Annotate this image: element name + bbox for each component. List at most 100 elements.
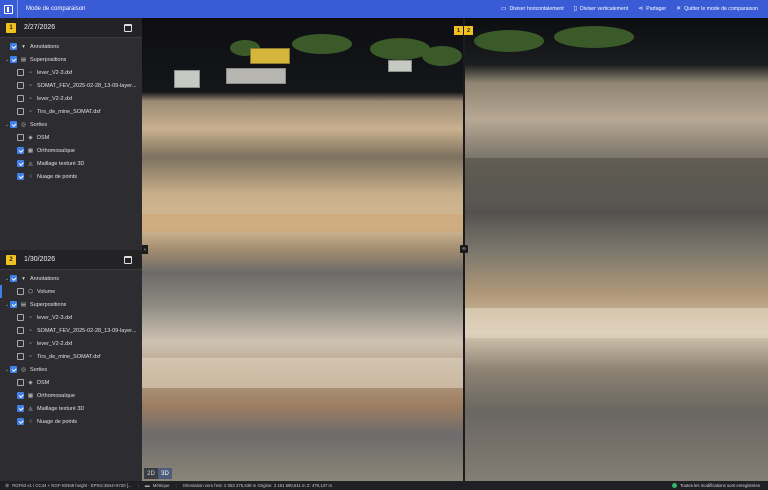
vegetation — [370, 38, 430, 60]
checkbox-output[interactable] — [17, 147, 24, 154]
dataset-panel-1: 1 2/27/2026 ▾ Annotations ⌄ ▤ Superposition… — [0, 18, 142, 250]
layer-outputs[interactable]: ⌄ ◎ Sorties — [0, 118, 142, 131]
overlay-item[interactable]: ▫ lever_V2-3.dxf — [0, 311, 142, 324]
ortho-icon: ▦ — [27, 147, 34, 154]
layers-icon: ▤ — [20, 301, 27, 308]
checkbox-superpositions[interactable] — [10, 56, 17, 63]
output-item[interactable]: ◬ Maillage texturé 3D — [0, 157, 142, 170]
output-item[interactable]: ◈ DSM — [0, 131, 142, 144]
overlay-item[interactable]: ▫ lever_V2-3.dxf — [0, 66, 142, 79]
file-icon: ▫ — [29, 353, 32, 360]
checkbox-overlay[interactable] — [17, 108, 24, 115]
point-cloud-icon: ⁘ — [28, 418, 33, 425]
bench — [464, 308, 768, 338]
dataset-badge-1: 1 — [6, 22, 16, 33]
calendar-icon[interactable] — [124, 23, 132, 32]
overlay-label: SOMAT_FEV_2025-02-28_13-09-layer... — [37, 327, 137, 334]
overlay-item[interactable]: ▫ Tirs_de_mine_SOMAT.dxf — [0, 350, 142, 363]
overlay-label: Tirs_de_mine_SOMAT.dxf — [37, 353, 101, 360]
overlay-label: lever_V2-2.dxf — [37, 340, 73, 347]
units-select[interactable]: Métrique — [153, 483, 170, 488]
view-left-3d-scene[interactable] — [142, 18, 464, 481]
output-label: Maillage texturé 3D — [37, 405, 85, 412]
dataset-date-1[interactable]: 2/27/2026 — [24, 24, 55, 31]
split-handle-icon[interactable]: ‹› — [460, 245, 468, 253]
layer-superpositions[interactable]: ⌄ ▤ Superpositions — [0, 298, 142, 311]
layer-superpositions[interactable]: ⌄ ▤ Superpositions — [0, 53, 142, 66]
layer-outputs[interactable]: ⌄ ◎ Sorties — [0, 363, 142, 376]
split-vertical-button[interactable]: ▯ Diviser verticalement — [574, 6, 628, 12]
layer-label: Superpositions — [30, 301, 67, 308]
checkbox-overlay[interactable] — [17, 314, 24, 321]
collapse-sidebar-icon[interactable]: ‹ — [142, 245, 148, 254]
checkbox-overlay[interactable] — [17, 69, 24, 76]
checkbox-overlay[interactable] — [17, 95, 24, 102]
output-item[interactable]: ▦ Orthomosaïque — [0, 144, 142, 157]
calendar-icon[interactable] — [124, 255, 132, 264]
status-bar: ⊕ RGF93 v1 / CC44 + NGF-IGN69 height - E… — [0, 481, 768, 490]
building — [226, 68, 286, 84]
checkbox-overlay[interactable] — [17, 353, 24, 360]
view-right-3d-scene[interactable] — [464, 18, 768, 481]
overlay-item[interactable]: ▫ SOMAT_FEV_2025-02-28_13-09-layer... — [0, 79, 142, 92]
dataset-date-2[interactable]: 1/30/2026 — [24, 256, 55, 263]
overlay-item[interactable]: ▫ lever_V2-2.dxf — [0, 92, 142, 105]
checkbox-overlay[interactable] — [17, 340, 24, 347]
mode-2d-button[interactable]: 2D — [144, 468, 158, 479]
annotation-item-volume[interactable]: ⬡ Volume — [0, 285, 142, 298]
dataset-header-2: 2 1/30/2026 — [0, 250, 142, 270]
layer-annotations[interactable]: ⌄ ▾ Annotations — [0, 272, 142, 285]
checkbox-overlay[interactable] — [17, 82, 24, 89]
output-item[interactable]: ▦ Orthomosaïque — [0, 389, 142, 402]
comparison-viewport[interactable]: ‹› ‹ 1 2 2D 3D — [142, 18, 768, 481]
comment-icon: ▾ — [22, 43, 25, 50]
layer-label: Superpositions — [30, 56, 67, 63]
output-item[interactable]: ◈ DSM — [0, 376, 142, 389]
output-label: DSM — [37, 379, 50, 386]
layer-label: Annotations — [30, 275, 60, 282]
overlay-item[interactable]: ▫ SOMAT_FEV_2025-02-28_13-09-layer... — [0, 324, 142, 337]
overlay-label: SOMAT_FEV_2025-02-28_13-09-layer... — [37, 82, 137, 89]
share-icon: ⋖ — [638, 6, 644, 12]
overlay-label: lever_V2-2.dxf — [37, 95, 73, 102]
checkbox-output[interactable] — [17, 160, 24, 167]
checkbox-outputs[interactable] — [10, 121, 17, 128]
overlay-item[interactable]: ▫ lever_V2-2.dxf — [0, 337, 142, 350]
checkbox-volume[interactable] — [17, 288, 24, 295]
checkbox-output[interactable] — [17, 392, 24, 399]
app-logo[interactable] — [0, 0, 18, 18]
output-item[interactable]: ⁘ Nuage de points — [0, 170, 142, 183]
output-label: Nuage de points — [37, 418, 78, 425]
overlay-label: Tirs_de_mine_SOMAT.dxf — [37, 108, 101, 115]
output-item[interactable]: ◬ Maillage texturé 3D — [0, 402, 142, 415]
checkbox-annotations[interactable] — [10, 275, 17, 282]
view-badge-1: 1 — [454, 26, 463, 35]
ruler-icon: ▬ — [144, 482, 150, 489]
checkbox-output[interactable] — [17, 134, 24, 141]
overlay-label: lever_V2-3.dxf — [37, 69, 73, 76]
checkbox-output[interactable] — [17, 418, 24, 425]
output-label: Maillage texturé 3D — [37, 160, 85, 167]
checkbox-outputs[interactable] — [10, 366, 17, 373]
layer-annotations[interactable]: ▾ Annotations — [0, 40, 142, 53]
share-button[interactable]: ⋖ Partager — [638, 6, 666, 12]
checkbox-output[interactable] — [17, 379, 24, 386]
checkbox-superpositions[interactable] — [10, 301, 17, 308]
checkbox-overlay[interactable] — [17, 327, 24, 334]
checkbox-output[interactable] — [17, 405, 24, 412]
layers-icon: ▤ — [20, 56, 27, 63]
crs-label[interactable]: RGF93 v1 / CC44 + NGF-IGN69 height - EPS… — [12, 483, 131, 488]
ortho-icon: ▦ — [27, 392, 34, 399]
vegetation — [554, 26, 634, 48]
mode-3d-button[interactable]: 3D — [158, 468, 172, 479]
split-horizontal-button[interactable]: ▭ Diviser horizontalement — [501, 6, 564, 12]
view-mode-toggle: 2D 3D — [144, 468, 172, 479]
quit-compare-button[interactable]: ✕ Quitter le mode de comparaison — [676, 6, 758, 12]
output-item[interactable]: ⁘ Nuage de points — [0, 415, 142, 428]
checkbox-annotations[interactable] — [10, 43, 17, 50]
overlay-item[interactable]: ▫ Tirs_de_mine_SOMAT.dxf — [0, 105, 142, 118]
dataset-panel-2: 2 1/30/2026 ⌄ ▾ Annotations ⬡ Volume ⌄ ▤ Supe… — [0, 250, 142, 481]
file-icon: ▫ — [29, 82, 32, 89]
checkbox-output[interactable] — [17, 173, 24, 180]
vegetation — [422, 46, 462, 66]
